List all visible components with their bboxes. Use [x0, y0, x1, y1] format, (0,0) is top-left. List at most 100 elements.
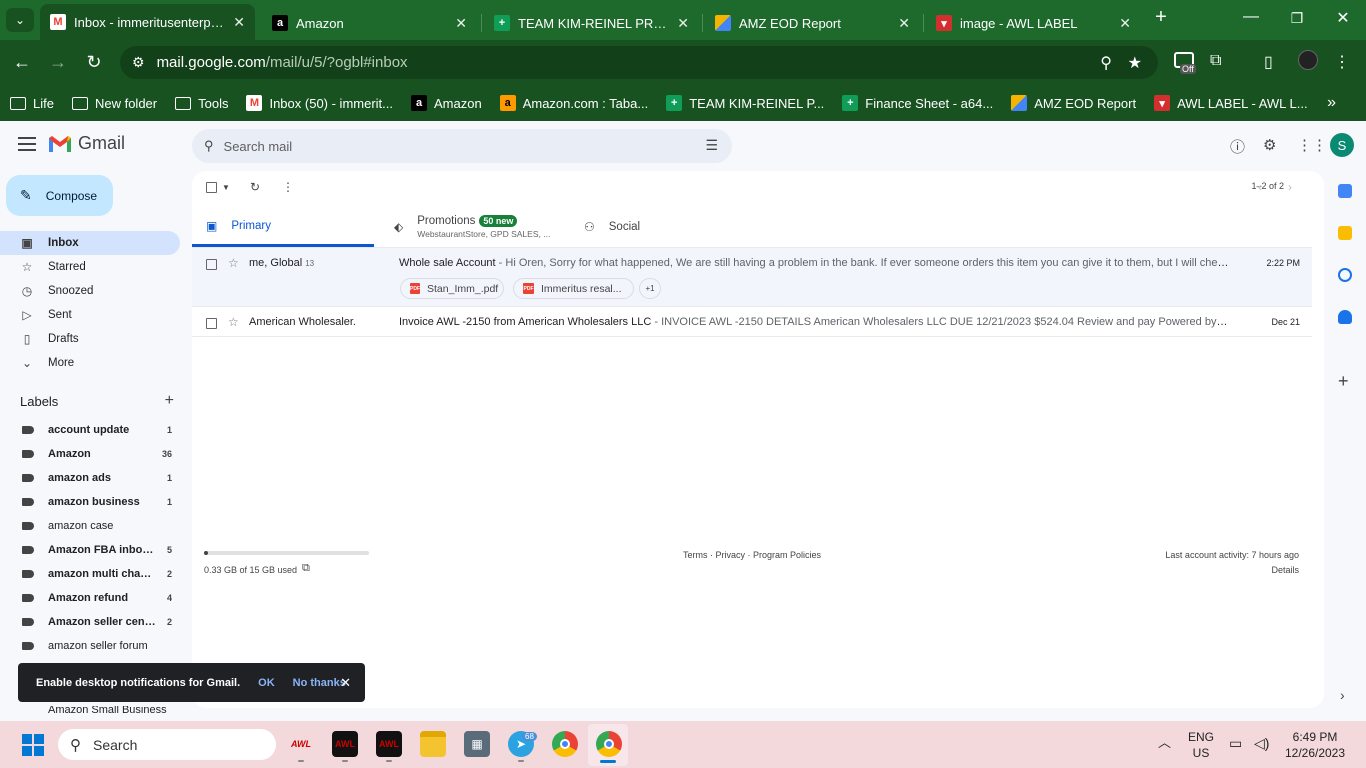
row-checkbox[interactable] [206, 318, 217, 329]
profile-avatar[interactable] [1298, 50, 1318, 70]
more-bookmarks-icon[interactable]: » [1327, 94, 1336, 112]
settings-gear-icon[interactable]: ⚙ [1263, 136, 1276, 154]
extensions-puzzle-icon[interactable]: ⧉ [1210, 52, 1221, 70]
support-icon[interactable]: ⓘ [1230, 136, 1245, 157]
close-tab-icon[interactable]: ✕ [898, 15, 910, 32]
newer-page-icon[interactable]: ‹ [1258, 180, 1262, 194]
app-logo-icon[interactable]: AWL [288, 731, 314, 757]
close-tab-icon[interactable]: ✕ [1119, 15, 1131, 32]
attachment-chip[interactable]: PDF Stan_Imm_.pdf [400, 278, 504, 299]
bookmark-life[interactable]: Life [10, 96, 54, 111]
sidebar-item-more[interactable]: ⌄ More [0, 351, 180, 375]
tab-awl-label[interactable]: ▾ image - AWL LABEL ✕ [926, 6, 1141, 40]
tab-search-button[interactable]: ⌄ [6, 8, 34, 32]
keep-icon[interactable] [1338, 226, 1352, 240]
search-input[interactable]: Search mail [224, 139, 293, 154]
search-icon[interactable]: ⚲ [204, 138, 214, 154]
footer-links[interactable]: Terms · Privacy · Program Policies [192, 550, 1312, 560]
extension-off-icon[interactable]: Off [1174, 52, 1196, 74]
tab-inbox[interactable]: M Inbox - immeritusenterprises ✕ [40, 4, 255, 40]
attachment-chip[interactable]: PDF Immeritus resal... [513, 278, 634, 299]
label-item[interactable]: amazon seller forum [0, 634, 180, 658]
sidebar-item-drafts[interactable]: ▯ Drafts [0, 327, 180, 351]
windows-start-icon[interactable] [22, 734, 44, 756]
restore-button[interactable]: ❐ [1282, 10, 1312, 27]
bookmark-finance-sheet[interactable]: + Finance Sheet - a64... [842, 95, 993, 111]
email-row[interactable]: ☆ American Wholesaler. Invoice AWL -2150… [192, 307, 1312, 337]
chrome-profile-icon[interactable] [596, 731, 622, 757]
bookmark-star-icon[interactable]: ★ [1128, 53, 1142, 73]
star-icon[interactable]: ☆ [228, 315, 239, 329]
label-item[interactable]: account update 1 [0, 418, 180, 442]
calendar-icon[interactable] [1338, 184, 1352, 198]
get-addons-icon[interactable]: + [1338, 371, 1349, 392]
email-row[interactable]: ☆ me, Global 13 Whole sale Account - Hi O… [192, 247, 1312, 307]
bookmark-amazon[interactable]: a Amazon [411, 95, 482, 111]
zoom-icon[interactable]: ⚲ [1100, 53, 1112, 73]
toast-ok-button[interactable]: OK [258, 677, 275, 689]
tab-promotions[interactable]: ⬖ Promotions 50 new WebstaurantStore, GPD… [394, 207, 574, 247]
new-tab-button[interactable]: + [1146, 6, 1176, 29]
label-item[interactable]: Amazon seller cent... 2 [0, 610, 180, 634]
volume-icon[interactable]: ◁) [1254, 735, 1269, 751]
tab-social[interactable]: ⚇ Social [584, 207, 744, 247]
search-options-icon[interactable]: ☰ [705, 137, 718, 154]
forward-icon[interactable]: → [46, 52, 70, 73]
label-item[interactable]: amazon case [0, 514, 180, 538]
language-indicator[interactable]: ENG US [1188, 729, 1214, 761]
bookmark-tools[interactable]: Tools [175, 96, 228, 111]
bookmark-awl-label[interactable]: ▾ AWL LABEL - AWL L... [1154, 95, 1308, 111]
refresh-icon[interactable]: ↻ [250, 180, 260, 194]
bookmark-amazon-taba[interactable]: a Amazon.com : Taba... [499, 95, 648, 111]
close-tab-icon[interactable]: ✕ [455, 15, 467, 32]
label-item[interactable]: amazon ads 1 [0, 466, 180, 490]
calculator-icon[interactable]: ▦ [464, 731, 490, 757]
bookmark-team-kim-reinel[interactable]: + TEAM KIM-REINEL P... [666, 95, 824, 111]
site-info-icon[interactable]: ⚙ [132, 54, 145, 71]
taskbar-search[interactable]: ⚲ Search [58, 729, 276, 760]
close-tab-icon[interactable]: ✕ [233, 14, 245, 31]
contacts-icon[interactable] [1338, 310, 1352, 324]
tab-primary[interactable]: ▣ Primary [192, 207, 374, 247]
sidebar-item-inbox[interactable]: ▣ Inbox [0, 231, 180, 255]
close-window-button[interactable]: ✕ [1328, 8, 1358, 28]
add-label-icon[interactable]: + [165, 392, 174, 410]
chevron-up-icon[interactable]: ︿ [1158, 735, 1171, 751]
close-icon[interactable]: ✕ [340, 675, 351, 691]
url-bar[interactable]: ⚙ mail.google.com/mail/u/5/?ogbl#inbox ⚲… [120, 46, 1158, 79]
kebab-menu-icon[interactable]: ⋮ [1334, 52, 1350, 72]
app-logo-icon[interactable]: AWL [376, 731, 402, 757]
tab-team-kim-reinel[interactable]: + TEAM KIM-REINEL PROFIT S ✕ [484, 6, 699, 40]
reload-icon[interactable]: ↻ [82, 52, 106, 73]
label-item[interactable]: Amazon refund 4 [0, 586, 180, 610]
app-logo-icon[interactable]: AWL [332, 731, 358, 757]
tab-amz-eod-report[interactable]: AMZ EOD Report ✕ [705, 6, 920, 40]
apps-grid-icon[interactable]: ⋮⋮ [1297, 136, 1327, 154]
gmail-logo[interactable]: Gmail [48, 133, 125, 154]
account-avatar[interactable]: S [1330, 133, 1354, 157]
more-options-icon[interactable]: ⋮ [282, 180, 294, 194]
sidebar-item-starred[interactable]: ☆ Starred [0, 255, 180, 279]
show-side-panel-icon[interactable]: › [1340, 687, 1345, 703]
close-tab-icon[interactable]: ✕ [677, 15, 689, 32]
sidebar-item-snoozed[interactable]: ◷ Snoozed [0, 279, 180, 303]
minimize-button[interactable]: — [1236, 8, 1266, 26]
bookmark-amz-eod-report[interactable]: AMZ EOD Report [1011, 95, 1136, 111]
bookmark-new-folder[interactable]: New folder [71, 96, 157, 111]
toast-no-thanks-button[interactable]: No thanks [293, 677, 346, 689]
label-item[interactable]: Amazon Small Business [0, 706, 188, 716]
bookmark-inbox[interactable]: M Inbox (50) - immerit... [246, 95, 393, 111]
older-page-icon[interactable]: › [1288, 180, 1292, 194]
side-panel-icon[interactable]: ▯ [1264, 52, 1273, 72]
select-all-checkbox[interactable] [206, 182, 217, 193]
tasks-icon[interactable] [1338, 268, 1352, 282]
sidebar-item-sent[interactable]: ▷ Sent [0, 303, 180, 327]
details-link[interactable]: Details [1271, 565, 1299, 575]
chrome-icon[interactable] [552, 731, 578, 757]
back-icon[interactable]: ← [10, 52, 34, 73]
tab-amazon[interactable]: a Amazon ✕ [262, 6, 477, 40]
select-dropdown-icon[interactable]: ▼ [222, 183, 230, 192]
star-icon[interactable]: ☆ [228, 256, 239, 270]
label-item[interactable]: Amazon FBA inbou... 5 [0, 538, 180, 562]
main-menu-icon[interactable] [18, 137, 36, 151]
